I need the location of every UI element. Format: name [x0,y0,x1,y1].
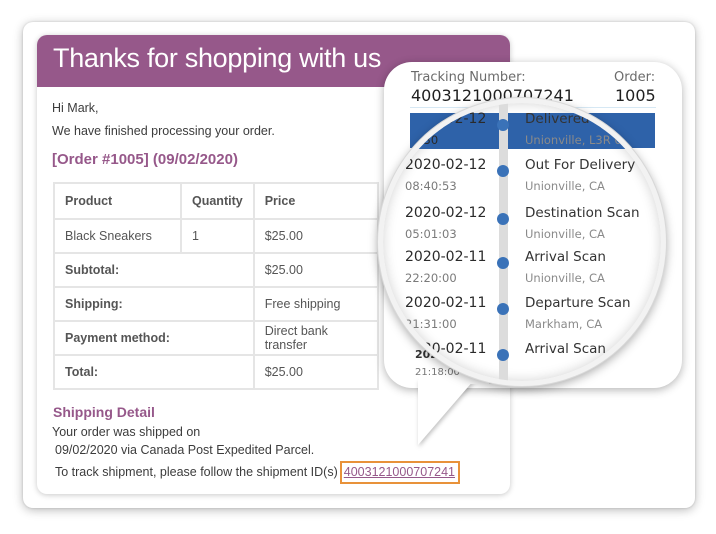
event-location: Markham, CA [525,317,603,331]
order-label: Order: [614,70,656,85]
event-status: Delivered [525,111,590,127]
event-date: 2020-02-11 [405,341,487,357]
total-row: Total: $25.00 [53,354,380,390]
event-date: 2020-02-12 [405,157,487,173]
subtotal-row: Subtotal: $25.00 [53,252,380,288]
item-price: $25.00 [252,218,380,254]
header-quantity: Quantity [180,182,255,220]
table-row: Black Sneakers 1 $25.00 [53,218,380,254]
event-time: 21:31:00 [405,317,457,331]
bubble-tail [418,380,474,445]
email-title: Thanks for shopping with us [53,43,382,73]
event-location: Unionville, CA [525,271,605,285]
shipping-label: Shipping: [53,286,255,322]
total-label: Total: [53,354,255,390]
event-status: Arrival Scan [525,341,606,357]
subtotal-value: $25.00 [252,252,380,288]
header-product: Product [53,182,182,220]
event-time: 08:40:53 [405,179,457,193]
event-time: 05:01:03 [405,227,457,241]
item-quantity: 1 [180,218,255,254]
track-instruction: To track shipment, please follow the shi… [55,465,338,479]
shipping-line-2: 09/02/2020 via Canada Post Expedited Par… [55,443,315,457]
magnified-timeline: 2020-02-12 09:30 Delivered Unionville, L… [383,103,661,381]
event-location: Unionville, CA [525,227,605,241]
event-status: Out For Delivery To [525,157,654,173]
payment-value: Direct bank transfer [252,320,380,356]
event-date: 2020-02-11 [405,295,487,311]
timeline-dot-icon [497,257,509,269]
timeline-rail [499,103,508,381]
timeline-dot-icon [497,165,509,177]
table-header-row: Product Quantity Price [53,182,380,220]
timeline-dot-icon [497,119,509,131]
event-time: 22:20:00 [405,271,457,285]
shipping-line-3: To track shipment, please follow the shi… [55,461,510,484]
payment-row: Payment method: Direct bank transfer [53,320,380,356]
event-location: Unionville, CA [525,179,605,193]
event-status: Arrival Scan [525,249,606,265]
event-date: 2020-02-11 [405,249,487,265]
timeline-dot-icon [497,303,509,315]
item-product: Black Sneakers [53,218,182,254]
header-price: Price [252,182,380,220]
event-status: Departure Scan [525,295,631,311]
tracking-number-label: Tracking Number: [411,70,526,85]
magnifier-lens: 2020-02-12 09:30 Delivered Unionville, L… [378,98,666,386]
order-table: Product Quantity Price Black Sneakers 1 … [53,182,380,390]
event-location: Unionville, L3R 0L7 [525,133,636,147]
event-date: 2020-02-12 [405,111,487,127]
event-time: 09:30 [405,133,439,147]
subtotal-label: Subtotal: [53,252,255,288]
tracking-link[interactable]: 4003121000707241 [344,465,455,479]
event-date: 2020-02-12 [405,205,487,221]
timeline-dot-icon [497,213,509,225]
tracking-link-highlight: 4003121000707241 [339,461,460,484]
payment-label: Payment method: [53,320,255,356]
event-status: Destination Scan [525,205,640,221]
timeline-dot-icon [497,349,509,361]
shipping-row: Shipping: Free shipping [53,286,380,322]
total-value: $25.00 [252,354,380,390]
shipping-value: Free shipping [252,286,380,322]
